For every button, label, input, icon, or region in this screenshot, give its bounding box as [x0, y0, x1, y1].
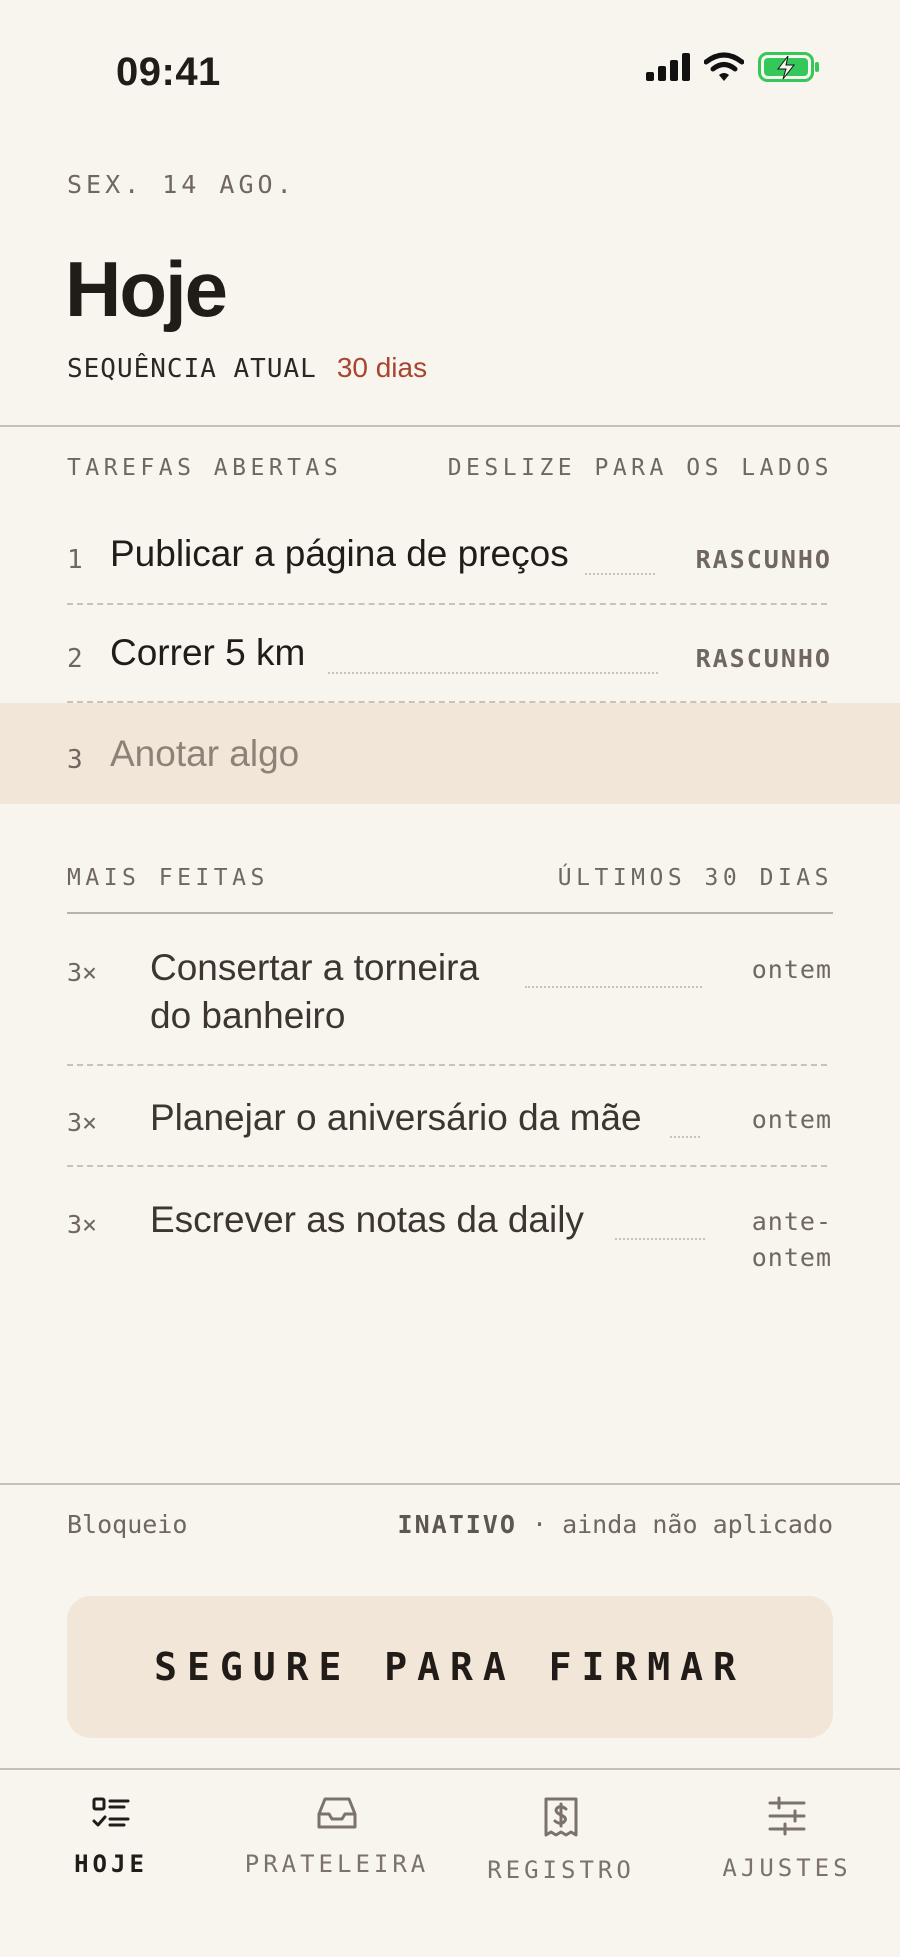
divider — [67, 912, 833, 914]
tab-label: PRATELEIRA — [244, 1850, 430, 1878]
wifi-icon — [704, 52, 744, 81]
frequent-task-text: Consertar a torneira do banheiro — [150, 944, 479, 1040]
status-time: 09:41 — [116, 50, 221, 94]
task-row[interactable]: 1 Publicar a página de preços RASCUNHO — [0, 505, 900, 603]
most-done-range: ÚLTIMOS 30 DIAS — [557, 865, 833, 891]
frequent-task-text: Escrever as notas da daily — [150, 1199, 584, 1240]
inbox-tray-icon — [317, 1797, 357, 1829]
tab-prateleira[interactable]: PRATELEIRA — [227, 1796, 447, 1878]
task-text: Correr 5 km — [110, 632, 306, 673]
last-done: ontem — [751, 1105, 832, 1134]
row-divider — [67, 1165, 827, 1167]
open-tasks-header: TAREFAS ABERTAS DESLIZE PARA OS LADOS — [67, 455, 833, 481]
task-text: Publicar a página de preços — [110, 533, 569, 574]
frequent-task-row[interactable]: 3× Planejar o aniversário da mãe ontem — [0, 1090, 900, 1160]
leader-dots — [328, 672, 658, 674]
tab-bar: HOJE PRATELEIRA REGISTRO AJUSTES — [0, 1768, 900, 1957]
block-label: Bloqueio — [67, 1510, 188, 1539]
streak-value: 30 dias — [336, 352, 428, 383]
frequent-task-row[interactable]: 3× Escrever as notas da daily ante- onte… — [0, 1192, 900, 1282]
streak: SEQUÊNCIA ATUAL 30 dias — [67, 352, 427, 384]
sliders-icon — [768, 1796, 806, 1836]
leader-dots — [670, 1136, 700, 1138]
page-title: Hoje — [65, 245, 228, 333]
task-status-tag: RASCUNHO — [695, 545, 832, 574]
last-done: ontem — [751, 955, 832, 984]
leader-dots — [585, 573, 655, 575]
block-detail: · ainda não aplicado — [531, 1510, 833, 1539]
leader-dots — [525, 986, 702, 988]
leader-dots — [615, 1238, 705, 1240]
date-label: SEX. 14 AGO. — [67, 170, 296, 199]
block-state: INATIVO — [397, 1510, 517, 1539]
swipe-hint: DESLIZE PARA OS LADOS — [447, 455, 833, 481]
frequent-task-text: Planejar o aniversário da mãe — [150, 1097, 642, 1138]
divider — [0, 425, 900, 427]
status-icons — [646, 52, 820, 82]
cellular-signal-icon — [646, 53, 690, 81]
new-task-placeholder: Anotar algo — [110, 733, 300, 774]
frequency-count: 3× — [67, 958, 98, 987]
tab-ajustes[interactable]: AJUSTES — [677, 1796, 897, 1882]
last-done-line: ante- — [751, 1207, 832, 1236]
block-status-row: Bloqueio INATIVO · ainda não aplicado — [67, 1510, 833, 1539]
checklist-icon — [92, 1797, 130, 1827]
new-task-input[interactable]: 3 Anotar algo — [0, 703, 900, 804]
last-done-line: ontem — [751, 1243, 832, 1272]
task-row[interactable]: 2 Correr 5 km RASCUNHO — [0, 604, 900, 702]
frequency-count: 3× — [67, 1108, 98, 1137]
battery-charging-icon — [758, 52, 819, 82]
most-done-heading: MAIS FEITAS — [67, 865, 269, 891]
divider — [0, 1483, 900, 1485]
block-status: INATIVO · ainda não aplicado — [398, 1510, 833, 1539]
task-number: 1 — [67, 545, 83, 575]
tab-label: AJUSTES — [722, 1854, 852, 1882]
tab-label: HOJE — [74, 1850, 148, 1878]
tab-hoje[interactable]: HOJE — [1, 1796, 221, 1878]
open-tasks-heading: TAREFAS ABERTAS — [67, 455, 343, 481]
row-divider — [67, 1064, 827, 1066]
streak-label: SEQUÊNCIA ATUAL — [67, 354, 317, 384]
most-done-header: MAIS FEITAS ÚLTIMOS 30 DIAS — [67, 865, 833, 891]
tab-label: REGISTRO — [487, 1856, 635, 1884]
frequency-count: 3× — [67, 1210, 98, 1239]
frequent-task-row[interactable]: 3× Consertar a torneira do banheiro onte… — [0, 940, 900, 1060]
frequent-task-text-line: do banheiro — [150, 995, 346, 1036]
task-number: 2 — [67, 644, 83, 674]
receipt-dollar-icon — [544, 1797, 578, 1837]
tab-registro[interactable]: REGISTRO — [451, 1796, 671, 1884]
last-done: ante- ontem — [752, 1204, 832, 1276]
frequent-task-text-line: Consertar a torneira — [150, 947, 480, 988]
hold-to-commit-button[interactable]: SEGURE PARA FIRMAR — [67, 1596, 833, 1738]
task-number: 3 — [67, 745, 83, 775]
task-status-tag: RASCUNHO — [695, 644, 832, 673]
